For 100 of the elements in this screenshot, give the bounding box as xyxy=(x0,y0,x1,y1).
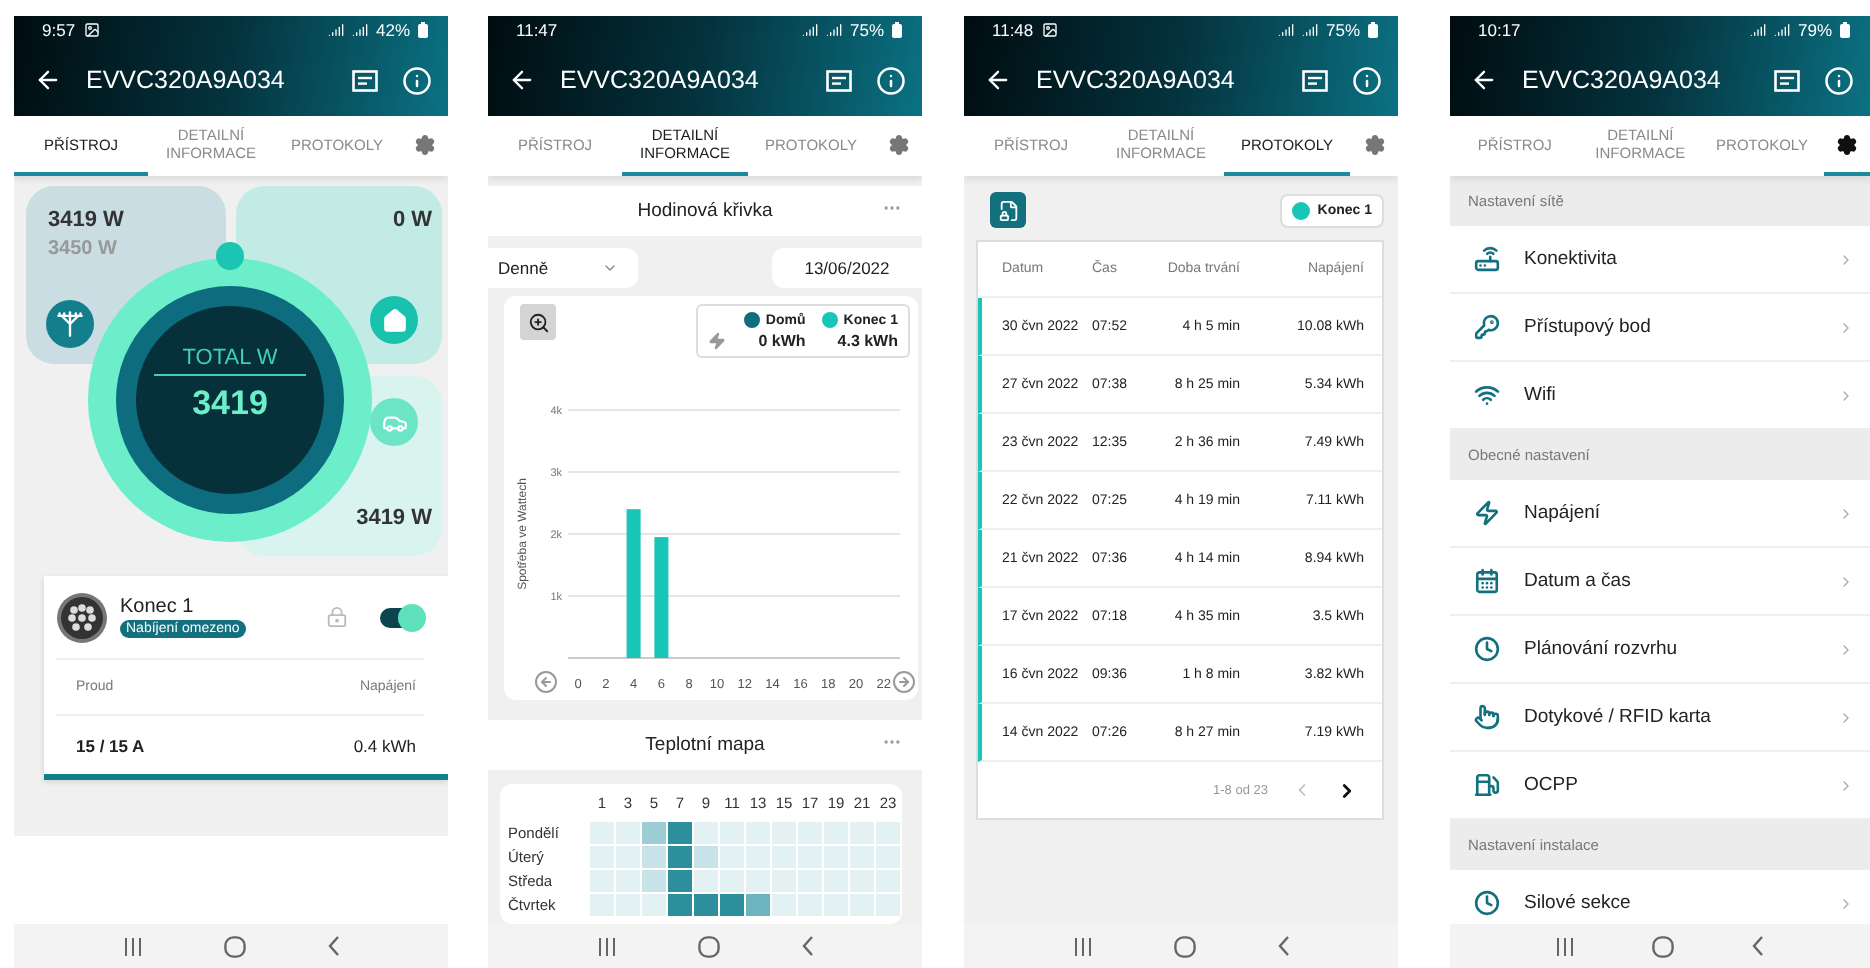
wifi-icon xyxy=(1474,382,1500,408)
home-power: 0 W xyxy=(392,208,432,232)
previous-button[interactable] xyxy=(535,671,557,693)
back-icon[interactable] xyxy=(327,936,339,956)
current-value: 15 / 15 A xyxy=(76,735,145,755)
chevron-icon xyxy=(1838,777,1854,793)
signal-icon xyxy=(351,22,368,38)
settings-icon xyxy=(413,133,435,155)
info-button[interactable] xyxy=(876,65,906,95)
section-title: Hodinová křivka xyxy=(637,200,773,222)
signal-icon xyxy=(825,22,842,38)
device-title: EVVC320A9A034 xyxy=(560,66,761,94)
notes-button[interactable] xyxy=(1774,69,1800,91)
info-button[interactable] xyxy=(402,65,432,95)
section-title: Teplotní mapa xyxy=(645,734,765,756)
chevron-icon xyxy=(1838,709,1854,725)
recent-apps-icon[interactable] xyxy=(1073,937,1091,955)
car-power: 3419 W xyxy=(356,506,432,530)
back-arrow-icon xyxy=(1470,66,1498,94)
battery-icon xyxy=(1840,22,1850,38)
hand-pointer-icon xyxy=(1474,704,1500,730)
status-time: 9:57 xyxy=(42,20,76,40)
signal-icon xyxy=(1773,22,1790,38)
charging-toggle[interactable] xyxy=(380,607,424,627)
back-button[interactable] xyxy=(508,66,536,94)
signal-icon xyxy=(801,22,818,38)
home-button-icon[interactable] xyxy=(697,935,719,957)
signal-icon xyxy=(1301,22,1318,38)
connector-name: Konec 1 xyxy=(120,596,194,618)
bar xyxy=(654,537,669,658)
zoom-in-icon xyxy=(527,311,549,333)
battery-icon xyxy=(1368,22,1378,38)
home-button-icon[interactable] xyxy=(223,935,245,957)
info-button[interactable] xyxy=(1824,65,1854,95)
home-button-icon[interactable] xyxy=(1651,935,1674,957)
chevron-icon xyxy=(1838,573,1854,589)
back-button[interactable] xyxy=(984,66,1012,94)
date-field[interactable]: 13/06/2022 xyxy=(772,248,922,288)
plug-icon xyxy=(56,591,108,643)
info-icon xyxy=(402,65,432,95)
info-icon xyxy=(876,65,906,95)
bolt-icon xyxy=(1474,500,1500,526)
status-time: 11:48 xyxy=(992,20,1034,40)
device-title: EVVC320A9A034 xyxy=(86,66,287,94)
back-icon[interactable] xyxy=(801,936,813,956)
legend-value: 0 kWh xyxy=(756,332,806,350)
battery-level: 79% xyxy=(1797,20,1832,40)
legend-value: 4.3 kWh xyxy=(835,332,898,350)
signal-icon xyxy=(1277,22,1294,38)
back-icon[interactable] xyxy=(1751,936,1764,956)
pylon-glyph-icon xyxy=(56,310,84,338)
total-value: 3419 xyxy=(190,384,270,424)
chevron-icon xyxy=(1838,505,1854,521)
battery-level: 75% xyxy=(1325,20,1360,40)
signal-icon xyxy=(327,22,344,38)
clock-icon xyxy=(1474,890,1500,916)
chevron-icon xyxy=(1838,641,1854,657)
back-button[interactable] xyxy=(34,66,62,94)
settings-tab[interactable] xyxy=(1823,116,1870,176)
grid-limit: 3450 W xyxy=(48,238,117,260)
home-button-icon[interactable] xyxy=(1173,935,1195,957)
recent-apps-icon[interactable] xyxy=(1556,937,1575,955)
export-button[interactable] xyxy=(990,192,1026,228)
caret-icon xyxy=(602,260,618,276)
notes-button[interactable] xyxy=(826,69,852,91)
info-button[interactable] xyxy=(1352,65,1382,95)
battery-level: 42% xyxy=(375,20,410,40)
chevron-icon xyxy=(1838,319,1854,335)
calendar-icon xyxy=(1474,568,1500,594)
recent-apps-icon[interactable] xyxy=(123,937,141,955)
file-icon xyxy=(997,199,1019,221)
bolt-icon xyxy=(707,332,726,350)
charger-icon xyxy=(1474,772,1500,798)
house-glyph-icon xyxy=(381,307,407,333)
device-title: EVVC320A9A034 xyxy=(1036,66,1237,94)
lock-icon xyxy=(326,606,348,628)
total-label: TOTAL W xyxy=(154,346,306,376)
zoom-button[interactable] xyxy=(520,304,556,340)
key-icon xyxy=(1474,314,1500,340)
energy-value: 0.4 kWh xyxy=(353,735,416,755)
settings-icon xyxy=(887,133,909,155)
settings-icon xyxy=(1363,133,1385,155)
notes-button[interactable] xyxy=(1302,69,1328,91)
back-button[interactable] xyxy=(1470,66,1498,94)
recent-apps-icon[interactable] xyxy=(597,937,615,955)
info-icon xyxy=(1352,65,1382,95)
chevron-icon xyxy=(1838,251,1854,267)
status-time: 11:47 xyxy=(516,20,558,40)
battery-level: 75% xyxy=(849,20,884,40)
device-title: EVVC320A9A034 xyxy=(1522,66,1723,94)
router-icon xyxy=(1474,246,1500,272)
info-icon xyxy=(1824,65,1854,95)
chevron-icon xyxy=(1838,387,1854,403)
back-icon[interactable] xyxy=(1277,936,1289,956)
period-dropdown[interactable]: Denně xyxy=(488,248,638,288)
status-time: 10:17 xyxy=(1478,20,1521,40)
battery-icon xyxy=(418,22,428,38)
next-button[interactable] xyxy=(893,671,915,693)
notes-button[interactable] xyxy=(352,69,378,91)
signal-icon xyxy=(1749,22,1766,38)
